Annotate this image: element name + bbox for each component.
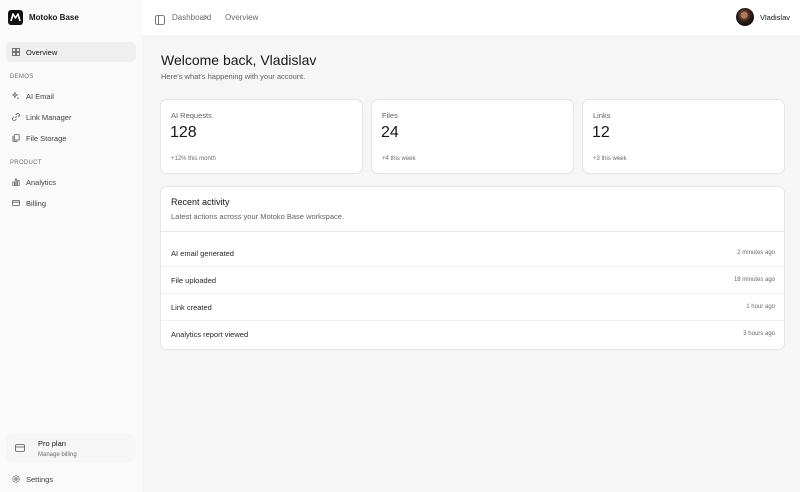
activity-time: 3 hours ago [743,331,775,337]
files-icon [12,134,20,142]
brand-name: Motoko Base [29,13,79,22]
sidebar-item-analytics[interactable]: Analytics [6,172,136,192]
sidebar-toggle-icon[interactable] [155,12,165,25]
brand[interactable]: Motoko Base [8,9,79,26]
stat-card-links: Links 12 +3 this week [582,99,785,174]
main-content: Dashboard Overview Vladislav Welcome bac… [142,0,800,492]
sparkles-icon [12,92,20,100]
page-subtitle: Here's what's happening with your accoun… [161,72,306,81]
table-row: AI email generated 2 minutes ago [161,240,784,267]
sidebar-item-label: AI Email [26,91,54,101]
stat-label: Links [593,111,611,120]
sidebar-item-label: Settings [26,474,54,484]
sidebar-item-label: Billing [26,198,47,208]
table-row: File uploaded 18 minutes ago [161,267,784,294]
link-icon [12,113,20,121]
sidebar: Motoko Base Overview DEMOS AI Email Link… [0,0,142,492]
table-row: Analytics report viewed 3 hours ago [161,321,784,348]
stat-card-files: Files 24 +4 this week [371,99,574,174]
activity-event: Analytics report viewed [171,330,249,339]
sidebar-item-label: Link Manager [26,112,72,122]
recent-activity-card: Recent activity Latest actions across yo… [160,186,785,350]
avatar [735,8,754,26]
stat-card-ai-requests: AI Requests 128 +12% this month [160,99,363,174]
activity-event: Link created [171,303,212,312]
stat-value: 24 [381,124,399,141]
user-name: Vladislav [759,12,790,22]
stat-delta: +12% this month [171,156,216,162]
plan-card[interactable]: Pro plan Manage billing [6,434,136,462]
m-logo-icon [8,10,23,25]
section-label-demos: DEMOS [10,74,34,80]
card-icon [14,443,25,454]
table-row: Link created 1 hour ago [161,294,784,321]
stat-value: 128 [170,124,197,141]
stat-delta: +3 this week [593,156,627,162]
activity-subtitle: Latest actions across your Motoko Base w… [171,212,344,221]
activity-time: 2 minutes ago [737,250,775,256]
section-label-product: PRODUCT [10,160,42,166]
sidebar-item-ai-email[interactable]: AI Email [6,86,136,106]
plan-title: Pro plan [38,438,66,448]
activity-event: File uploaded [171,276,217,285]
sidebar-item-billing[interactable]: Billing [6,193,136,213]
sidebar-item-label: Overview [26,47,58,57]
activity-time: 18 minutes ago [733,277,775,283]
stat-delta: +4 this week [382,156,416,162]
sidebar-item-settings[interactable]: Settings [6,469,136,489]
divider [161,231,784,232]
page-title: Welcome back, Vladislav [161,52,317,68]
gear-icon [12,475,20,483]
activity-time: 1 hour ago [746,304,775,310]
sidebar-item-label: Analytics [26,177,57,187]
sidebar-item-overview[interactable]: Overview [6,42,136,62]
stat-label: Files [382,111,398,120]
sidebar-item-file-storage[interactable]: File Storage [6,128,136,148]
topbar: Dashboard Overview Vladislav [142,0,800,35]
sidebar-item-link-manager[interactable]: Link Manager [6,107,136,127]
manage-billing-link[interactable]: Manage billing [38,452,77,458]
stat-value: 12 [592,124,610,141]
bar-chart-icon [12,178,20,186]
activity-event: AI email generated [171,249,234,258]
breadcrumb-overview: Overview [225,13,259,22]
activity-title: Recent activity [171,197,230,207]
grid-icon [12,48,20,56]
chevron-right-icon [202,12,210,23]
credit-card-icon [12,199,20,207]
user-menu[interactable]: Vladislav [735,8,790,26]
stat-label: AI Requests [171,111,212,120]
sidebar-item-label: File Storage [26,133,67,143]
